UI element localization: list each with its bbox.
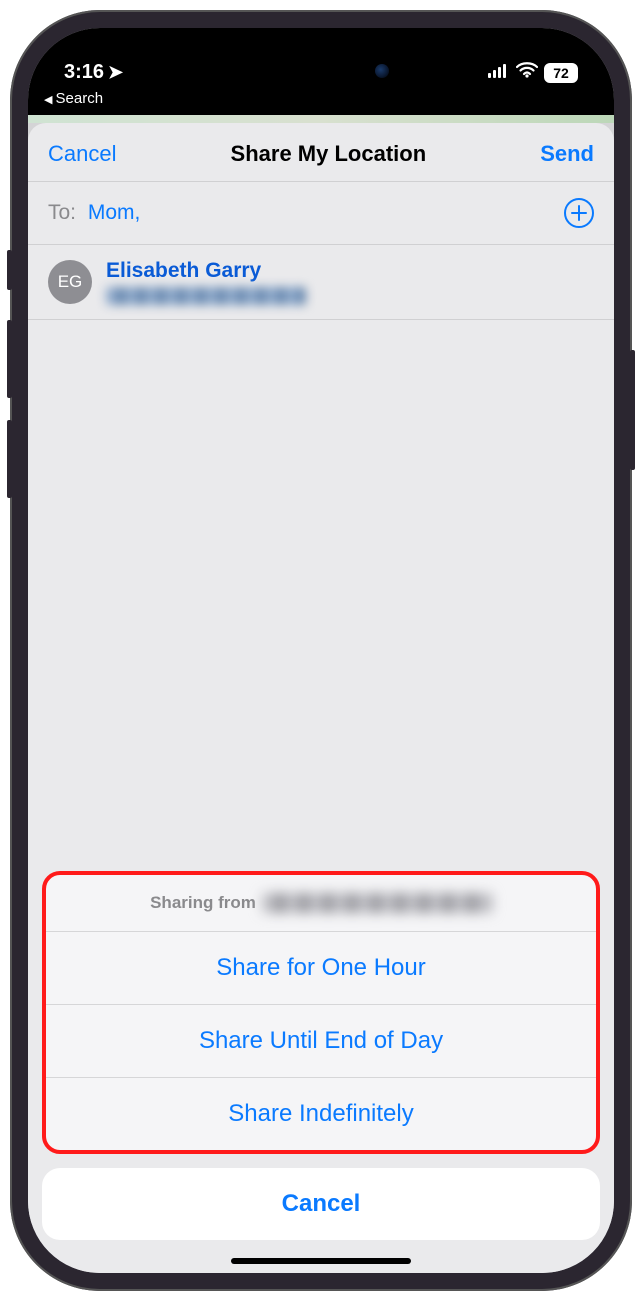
action-sheet-header: Sharing from [46,875,596,932]
to-recipient: Mom, [88,201,141,224]
add-recipient-button[interactable] [564,198,594,228]
cancel-button[interactable]: Cancel [48,141,116,167]
clock-label: 3:16 [64,61,104,84]
action-sheet-group: Sharing from Share for One Hour Share Un… [42,871,600,1154]
share-end-of-day-button[interactable]: Share Until End of Day [46,1005,596,1078]
sharing-from-label: Sharing from [150,893,256,913]
to-label: To: [48,201,76,224]
contact-name: Elisabeth Garry [106,259,306,283]
share-location-sheet: Cancel Share My Location Send To: Mom, E… [28,123,614,1273]
to-field-row[interactable]: To: Mom, [28,181,614,245]
cellular-icon [488,61,510,84]
home-indicator[interactable] [231,1258,411,1264]
action-sheet-overlay: Sharing from Share for One Hour Share Un… [28,871,614,1273]
status-time: 3:16 ➤ [64,61,123,84]
contact-phone-redacted [106,287,306,305]
background-map-peek [28,115,614,123]
sharing-from-device-redacted [262,893,492,913]
share-one-hour-button[interactable]: Share for One Hour [46,932,596,1005]
back-label: Search [44,90,103,107]
mute-switch [7,250,12,290]
action-sheet-cancel-button[interactable]: Cancel [42,1168,600,1240]
volume-up-button [7,320,12,398]
screen: 3:16 ➤ 72 Search Cancel Share My Locatio… [28,28,614,1273]
phone-frame: 3:16 ➤ 72 Search Cancel Share My Locatio… [10,10,632,1291]
battery-icon: 72 [544,63,578,83]
sheet-title: Share My Location [231,141,427,167]
power-button [630,350,635,470]
location-arrow-icon: ➤ [108,62,123,83]
breadcrumb-back[interactable]: Search [28,88,614,115]
volume-down-button [7,420,12,498]
share-indefinitely-button[interactable]: Share Indefinitely [46,1078,596,1150]
avatar: EG [48,260,92,304]
sheet-header: Cancel Share My Location Send [28,123,614,181]
contact-suggestion-row[interactable]: EG Elisabeth Garry [28,245,614,320]
wifi-icon [516,61,538,84]
send-button[interactable]: Send [540,141,594,167]
status-right: 72 [488,61,578,84]
dynamic-island [241,50,401,92]
contact-info: Elisabeth Garry [106,259,306,305]
